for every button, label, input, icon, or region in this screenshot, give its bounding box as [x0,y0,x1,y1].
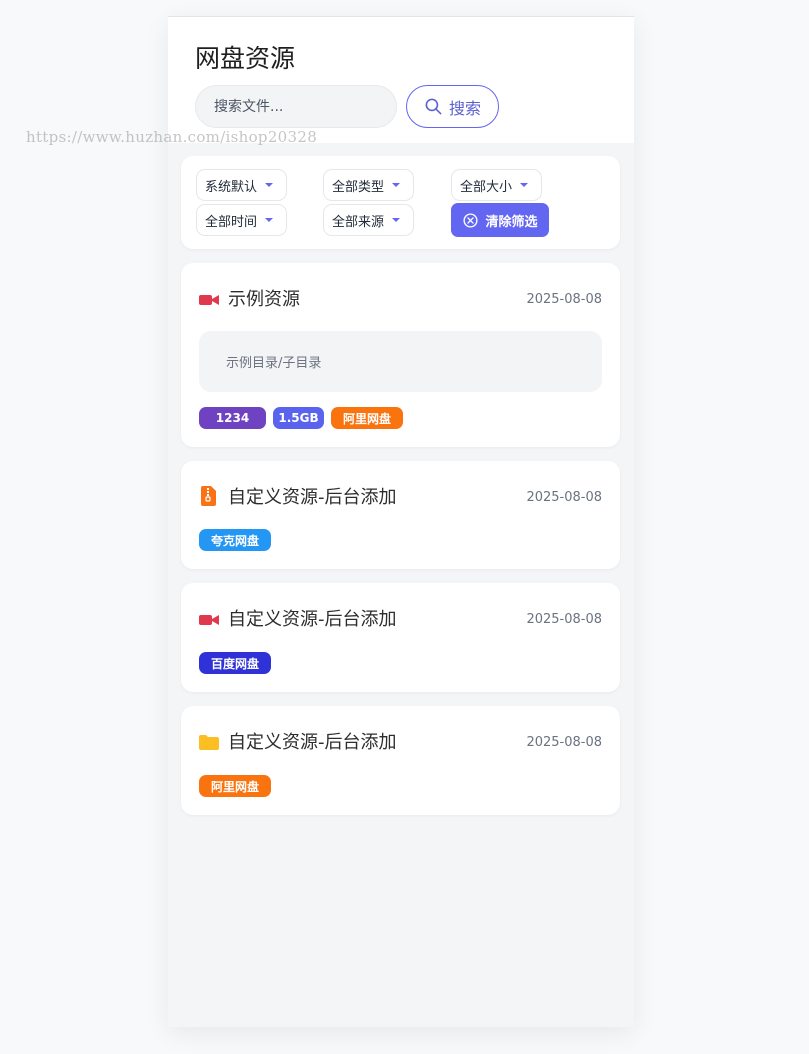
resource-path-text: 示例目录/子目录 [226,356,322,371]
sort-dropdown[interactable]: 系统默认 [196,169,287,201]
clear-filters-button[interactable]: 清除筛选 [451,203,549,237]
video-icon [199,615,219,625]
resource-title: 示例资源 [228,289,300,310]
type-dropdown-label: 全部类型 [332,179,385,195]
caret-down-icon [392,183,401,187]
count-tag: 1234 [199,407,266,429]
resource-card[interactable]: 示例资源 2025-08-08 示例目录/子目录 1234 1.5GB 阿里网盘 [181,263,620,447]
size-dropdown[interactable]: 全部大小 [451,169,542,201]
resource-title: 自定义资源-后台添加 [228,487,397,508]
page-title: 网盘资源 [195,44,296,73]
resource-date: 2025-08-08 [526,292,602,307]
source-tag: 百度网盘 [199,652,271,674]
resource-card[interactable]: 自定义资源-后台添加 2025-08-08 阿里网盘 [181,706,620,815]
search-button[interactable]: 搜索 [406,85,499,128]
watermark-text: https://www.huzhan.com/ishop20328 [26,128,318,146]
resource-path: 示例目录/子目录 [199,331,602,392]
search-button-label: 搜索 [448,98,481,118]
resource-card[interactable]: 自定义资源-后台添加 2025-08-08 夸克网盘 [181,461,620,569]
type-dropdown[interactable]: 全部类型 [323,169,414,201]
search-input[interactable] [195,85,397,128]
source-tag: 阿里网盘 [199,775,271,797]
zip-file-icon [201,486,216,506]
caret-down-icon [392,218,401,222]
search-icon [425,98,442,115]
page-header: 网盘资源 搜索 [168,17,634,143]
time-dropdown-label: 全部时间 [205,214,258,230]
source-dropdown[interactable]: 全部来源 [323,204,414,236]
clear-circle-icon [463,212,479,228]
resource-date: 2025-08-08 [526,612,602,627]
clear-filters-label: 清除筛选 [485,214,538,230]
folder-icon [199,735,219,750]
caret-down-icon [265,183,274,187]
source-dropdown-label: 全部来源 [332,214,385,230]
resource-title: 自定义资源-后台添加 [228,609,397,630]
filter-panel: 系统默认 全部类型 全部大小 全部时间 全部来源 清除筛选 [181,156,620,249]
sort-dropdown-label: 系统默认 [205,179,258,195]
source-tag: 夸克网盘 [199,529,271,551]
time-dropdown[interactable]: 全部时间 [196,204,287,236]
resource-card[interactable]: 自定义资源-后台添加 2025-08-08 百度网盘 [181,583,620,692]
source-tag: 阿里网盘 [331,407,403,429]
resource-date: 2025-08-08 [526,490,602,505]
app-container: 网盘资源 搜索 系统默认 全部类型 全部大小 全部时间 全部来源 [168,16,634,1027]
size-tag: 1.5GB [273,407,324,429]
caret-down-icon [520,183,529,187]
resource-date: 2025-08-08 [526,735,602,750]
video-icon [199,295,219,305]
size-dropdown-label: 全部大小 [460,179,513,195]
caret-down-icon [265,218,274,222]
resource-title: 自定义资源-后台添加 [228,732,397,753]
